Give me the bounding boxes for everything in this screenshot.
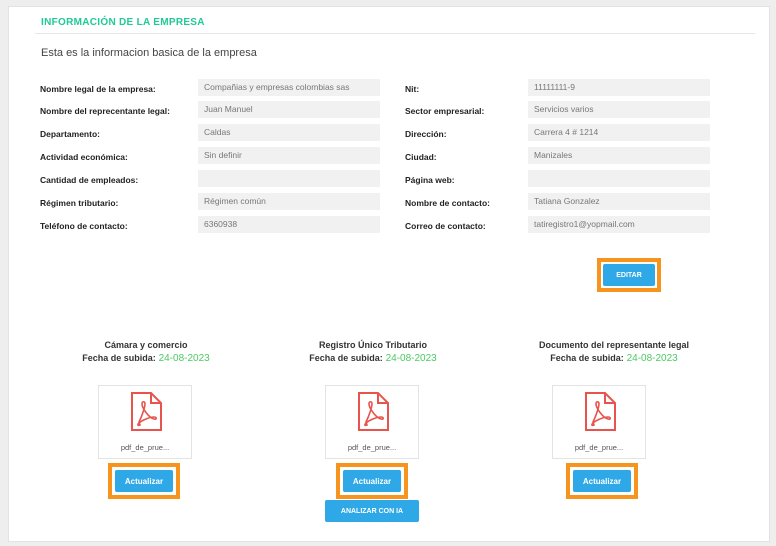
department-label: Departamento: (40, 129, 100, 139)
city-value: Manizales (528, 147, 710, 164)
address-value: Carrera 4 # 1214 (528, 124, 710, 141)
analyze-with-ai-button[interactable]: ANALIZAR CON IA (325, 500, 419, 522)
phone-value: 6360938 (198, 216, 380, 233)
nit-label: Nit: (405, 84, 420, 94)
contact-name-label: Nombre de contacto: (405, 198, 491, 208)
update-button[interactable]: Actualizar (573, 470, 631, 492)
section-subtitle: Esta es la informacion basica de la empr… (41, 47, 257, 59)
website-value (528, 170, 710, 187)
legal-name-label: Nombre legal de la empresa: (40, 84, 156, 94)
upload-date: Fecha de subida: 24-08-2023 (36, 353, 256, 364)
contact-email-value: tatiregistro1@yopmail.com (528, 216, 710, 233)
upload-date-label: Fecha de subida: (82, 353, 156, 363)
file-name: pdf_de_prue... (347, 443, 397, 452)
economic-activity-label: Actividad económica: (40, 152, 128, 162)
legal-rep-label: Nombre del reprecentante legal: (40, 106, 170, 116)
edit-button[interactable]: EDITAR (603, 264, 655, 286)
tax-regime-value: Régimen común (198, 193, 380, 210)
upload-date-label: Fecha de subida: (309, 353, 383, 363)
update-button-highlight: Actualizar (108, 463, 180, 499)
upload-date-value: 24-08-2023 (626, 353, 678, 364)
pdf-file-icon (585, 392, 616, 431)
divider (35, 33, 755, 34)
file-name: pdf_de_prue... (120, 443, 170, 452)
update-button-highlight: Actualizar (336, 463, 408, 499)
department-value: Caldas (198, 124, 380, 141)
file-card[interactable]: pdf_de_prue... (98, 385, 192, 459)
document-title: Documento del representante legal (538, 340, 690, 350)
update-button[interactable]: Actualizar (343, 470, 401, 492)
edit-button-highlight: EDITAR (597, 258, 661, 292)
document-title: Cámara y comercio (104, 340, 188, 350)
file-card[interactable]: pdf_de_prue... (552, 385, 646, 459)
upload-date-value: 24-08-2023 (158, 353, 210, 364)
update-button[interactable]: Actualizar (115, 470, 173, 492)
address-label: Dirección: (405, 129, 447, 139)
sector-value: Servicios varios (528, 101, 710, 118)
tax-regime-label: Régimen tributario: (40, 198, 119, 208)
legal-name-value: Compañias y empresas colombias sas (198, 79, 380, 96)
file-card[interactable]: pdf_de_prue... (325, 385, 419, 459)
file-name: pdf_de_prue... (574, 443, 624, 452)
sector-label: Sector empresarial: (405, 106, 485, 116)
upload-date-label: Fecha de subida: (550, 353, 624, 363)
pdf-file-icon (358, 392, 389, 431)
upload-date-value: 24-08-2023 (385, 353, 437, 364)
contact-email-label: Correo de contacto: (405, 221, 486, 231)
document-title: Registro Único Tributario (318, 340, 427, 350)
pdf-file-icon (131, 392, 162, 431)
website-label: Página web: (405, 175, 455, 185)
legal-rep-value: Juan Manuel (198, 101, 380, 118)
upload-date: Fecha de subida: 24-08-2023 (263, 353, 483, 364)
nit-value: 11111111-9 (528, 79, 710, 96)
update-button-highlight: Actualizar (566, 463, 638, 499)
city-label: Ciudad: (405, 152, 437, 162)
section-title: INFORMACIÓN DE LA EMPRESA (41, 17, 205, 28)
contact-name-value: Tatiana Gonzalez (528, 193, 710, 210)
upload-date: Fecha de subida: 24-08-2023 (504, 353, 724, 364)
phone-label: Teléfono de contacto: (40, 221, 128, 231)
employees-label: Cantidad de empleados: (40, 175, 139, 185)
employees-value (198, 170, 380, 187)
economic-activity-value: Sin definir (198, 147, 380, 164)
